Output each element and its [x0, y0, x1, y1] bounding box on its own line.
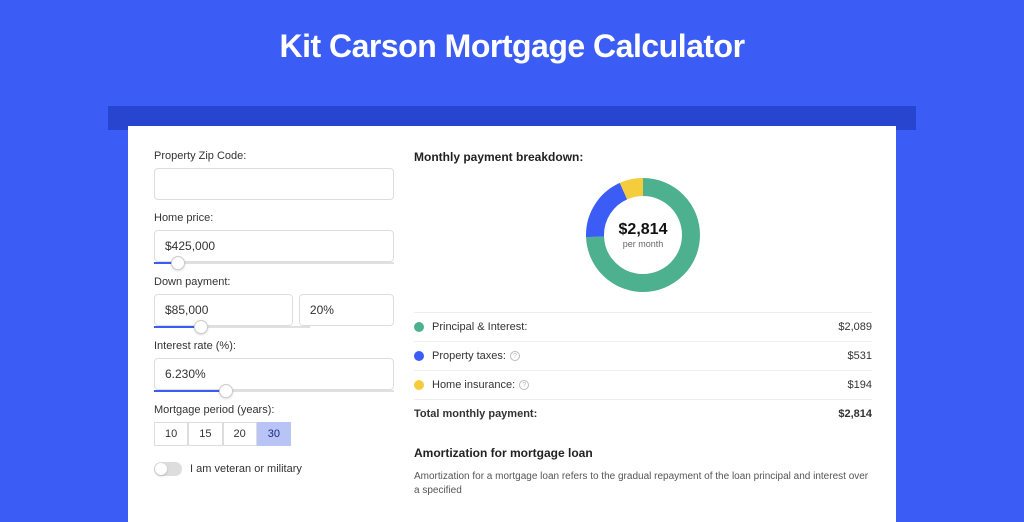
down-label: Down payment: [154, 276, 394, 288]
down-percent-input[interactable] [299, 294, 394, 326]
donut-amount: $2,814 [619, 221, 668, 239]
legend-label: Total monthly payment: [414, 408, 838, 420]
amortization-text: Amortization for a mortgage loan refers … [414, 470, 872, 498]
legend-label: Principal & Interest: [432, 321, 838, 333]
rate-slider-thumb[interactable] [219, 384, 233, 398]
price-slider[interactable] [154, 262, 394, 264]
veteran-label: I am veteran or military [190, 463, 302, 475]
calculator-card: Property Zip Code: Home price: Down paym… [128, 126, 896, 522]
field-interest-rate: Interest rate (%): [154, 340, 394, 392]
down-amount-input[interactable] [154, 294, 293, 326]
rate-input[interactable] [154, 358, 394, 390]
field-down-payment: Down payment: [154, 276, 394, 328]
price-input[interactable] [154, 230, 394, 262]
donut-center: $2,814 per month [619, 221, 668, 249]
field-zip: Property Zip Code: [154, 150, 394, 200]
legend-value: $531 [848, 350, 872, 362]
zip-input[interactable] [154, 168, 394, 200]
dot-icon [414, 351, 424, 361]
veteran-row: I am veteran or military [154, 462, 394, 476]
down-slider-thumb[interactable] [194, 320, 208, 334]
period-15[interactable]: 15 [188, 422, 222, 446]
donut-sub: per month [619, 239, 668, 249]
info-icon[interactable]: ? [519, 380, 529, 390]
legend-principal: Principal & Interest: $2,089 [414, 313, 872, 341]
donut-chart-wrap: $2,814 per month [414, 174, 872, 296]
legend-total: Total monthly payment: $2,814 [414, 399, 872, 428]
field-mortgage-period: Mortgage period (years): 10 15 20 30 [154, 404, 394, 446]
down-slider[interactable] [154, 326, 310, 328]
rate-label: Interest rate (%): [154, 340, 394, 352]
period-10[interactable]: 10 [154, 422, 188, 446]
legend-insurance: Home insurance: ? $194 [414, 370, 872, 399]
legend-value: $2,814 [838, 408, 872, 420]
info-icon[interactable]: ? [510, 351, 520, 361]
veteran-toggle[interactable] [154, 462, 182, 476]
legend-taxes: Property taxes: ? $531 [414, 341, 872, 370]
zip-label: Property Zip Code: [154, 150, 394, 162]
page-title: Kit Carson Mortgage Calculator [0, 0, 1024, 83]
period-label: Mortgage period (years): [154, 404, 394, 416]
breakdown-column: Monthly payment breakdown: $2,814 per mo… [414, 150, 872, 498]
legend-label: Property taxes: ? [432, 350, 848, 362]
amortization-title: Amortization for mortgage loan [414, 446, 872, 460]
legend-label: Home insurance: ? [432, 379, 848, 391]
period-options: 10 15 20 30 [154, 422, 394, 446]
donut-chart: $2,814 per month [582, 174, 704, 296]
legend-value: $2,089 [838, 321, 872, 333]
price-slider-thumb[interactable] [171, 256, 185, 270]
rate-slider[interactable] [154, 390, 394, 392]
breakdown-title: Monthly payment breakdown: [414, 150, 872, 164]
period-20[interactable]: 20 [223, 422, 257, 446]
field-home-price: Home price: [154, 212, 394, 264]
veteran-toggle-knob [155, 463, 167, 475]
legend-value: $194 [848, 379, 872, 391]
inputs-column: Property Zip Code: Home price: Down paym… [154, 150, 394, 498]
dot-icon [414, 322, 424, 332]
period-30[interactable]: 30 [257, 422, 291, 446]
dot-icon [414, 380, 424, 390]
price-label: Home price: [154, 212, 394, 224]
